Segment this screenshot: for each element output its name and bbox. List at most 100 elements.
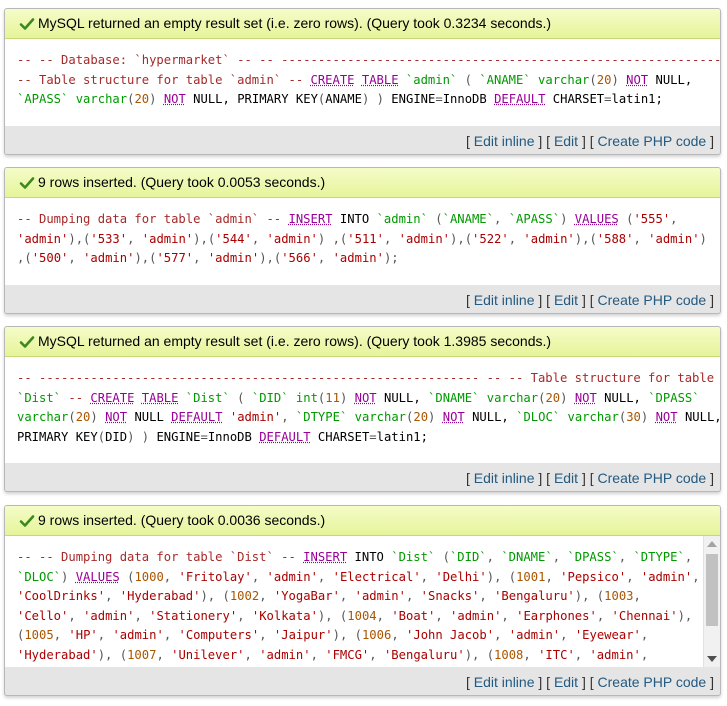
sql-token: , [68, 608, 84, 623]
sql-token: 1008 [494, 647, 524, 662]
sql-token: , [523, 647, 539, 662]
sql-token: latin1; [611, 92, 663, 106]
sql-token: , [596, 608, 612, 623]
success-message: MySQL returned an empty result set (i.e.… [5, 327, 720, 357]
sql-token: 'Electrical' [332, 569, 421, 584]
scroll-down-arrow-icon[interactable] [707, 656, 717, 662]
sql-token: varchar [486, 390, 539, 405]
sql-token: , [552, 550, 568, 564]
edit-inline-link[interactable]: Edit inline [474, 674, 535, 690]
create-php-code-link[interactable]: Create PHP code [598, 292, 707, 308]
edit-link[interactable]: Edit [554, 470, 578, 486]
sql-token: varchar [17, 410, 69, 424]
sql-token: ( [435, 212, 443, 226]
sql-token: ,( [17, 251, 32, 265]
sql-token: ), ( [464, 647, 495, 662]
sql-token: 'admin' [83, 251, 135, 265]
sql-token: NULL, [376, 390, 429, 405]
sql-token: '500' [31, 251, 69, 265]
sql-token: `DID` [449, 550, 487, 564]
edit-link[interactable]: Edit [554, 133, 578, 149]
sql-token: ), ( [317, 608, 348, 623]
sql-token: '544' [215, 231, 252, 246]
sql-token: 'Pepsico' [560, 569, 627, 584]
sql-token: 'admin' [589, 647, 641, 662]
sql-token: -- Table structure for table `admin` -- [17, 72, 311, 87]
sql-token: , [244, 647, 260, 662]
sql-token: 'admin' [112, 628, 164, 642]
sql-token: , [237, 608, 252, 623]
sql-token: 'ITC' [538, 647, 575, 662]
message-text: MySQL returned an empty result set (i.e.… [38, 15, 552, 31]
vertical-scrollbar[interactable] [703, 536, 720, 667]
create-php-code-link[interactable]: Create PHP code [598, 674, 707, 690]
sql-line: 'Hyderabad'), (1007, 'Unilever', 'admin'… [17, 646, 696, 666]
sql-token: NOT [655, 410, 678, 424]
edit-link[interactable]: Edit [554, 674, 578, 690]
sql-token: varchar [567, 410, 619, 424]
sql-token: , [281, 410, 289, 424]
sql-token: InnoDB [442, 92, 495, 106]
sql-token: ),( [193, 231, 216, 246]
sql-token: `admin` [376, 212, 428, 226]
sql-line: `Dist` -- CREATE TABLE `Dist` ( `DID` in… [17, 389, 708, 409]
edit-link[interactable]: Edit [554, 292, 578, 308]
sql-token: PRIMARY KEY [17, 429, 98, 444]
sql-token: DEFAULT [259, 429, 311, 444]
edit-inline-link[interactable]: Edit inline [474, 133, 535, 149]
sql-token: = [200, 429, 208, 444]
sql-token: NULL, PRIMARY KEY [185, 92, 318, 106]
sql-token: INTO [347, 550, 392, 564]
sql-token: 'admin' [398, 231, 451, 246]
sql-token: , [310, 647, 326, 662]
create-php-code-link[interactable]: Create PHP code [598, 133, 707, 149]
sql-token: , [618, 550, 634, 564]
sql-token: ) [141, 429, 150, 444]
sql-query-box: -- Dumping data for table `admin` -- INS… [5, 198, 720, 285]
sql-token: , [435, 608, 451, 623]
sql-token: INSERT [303, 550, 348, 564]
sql-token: 'Cello' [17, 608, 69, 623]
sql-token: ) ,( [317, 231, 348, 246]
edit-inline-link[interactable]: Edit inline [474, 470, 535, 486]
sql-token: ) [699, 231, 707, 246]
sql-line: `DLOC`) VALUES (1000, 'Fritolay', 'admin… [17, 568, 700, 588]
sql-token: , [486, 550, 502, 564]
sql-token: 'Unilever' [171, 647, 245, 662]
sql-token: , [405, 589, 421, 603]
sql-token: 20 [134, 92, 150, 106]
create-php-code-link[interactable]: Create PHP code [598, 470, 707, 486]
sql-token: `Dist` [17, 390, 62, 405]
sql-token: 'Hyderabad' [17, 647, 98, 662]
sql-token: 'Snacks' [420, 589, 480, 603]
sql-token: ); [383, 251, 399, 265]
edit-inline-link[interactable]: Edit inline [474, 292, 535, 308]
sql-token: `ANAME` [442, 212, 494, 226]
sql-token: `admin` [405, 72, 458, 87]
sql-token: , [339, 589, 355, 603]
sql-token: , [391, 628, 407, 642]
scroll-up-arrow-icon[interactable] [707, 541, 717, 547]
check-icon [19, 18, 35, 30]
scrollbar-thumb[interactable] [706, 554, 718, 626]
sql-token: , [494, 212, 509, 226]
sql-token: , [494, 628, 509, 642]
sql-token: 'CoolDrinks' [17, 589, 106, 603]
check-icon [19, 336, 35, 348]
sql-token: CHARSET [545, 92, 605, 106]
sql-token: , [560, 628, 575, 642]
sql-token: InnoDB [207, 429, 260, 444]
sql-token: 1004 [347, 608, 377, 623]
message-text: 9 rows inserted. (Query took 0.0036 seco… [38, 512, 326, 528]
sql-token: '555' [633, 212, 671, 226]
sql-token: `ANAME` [479, 72, 531, 87]
